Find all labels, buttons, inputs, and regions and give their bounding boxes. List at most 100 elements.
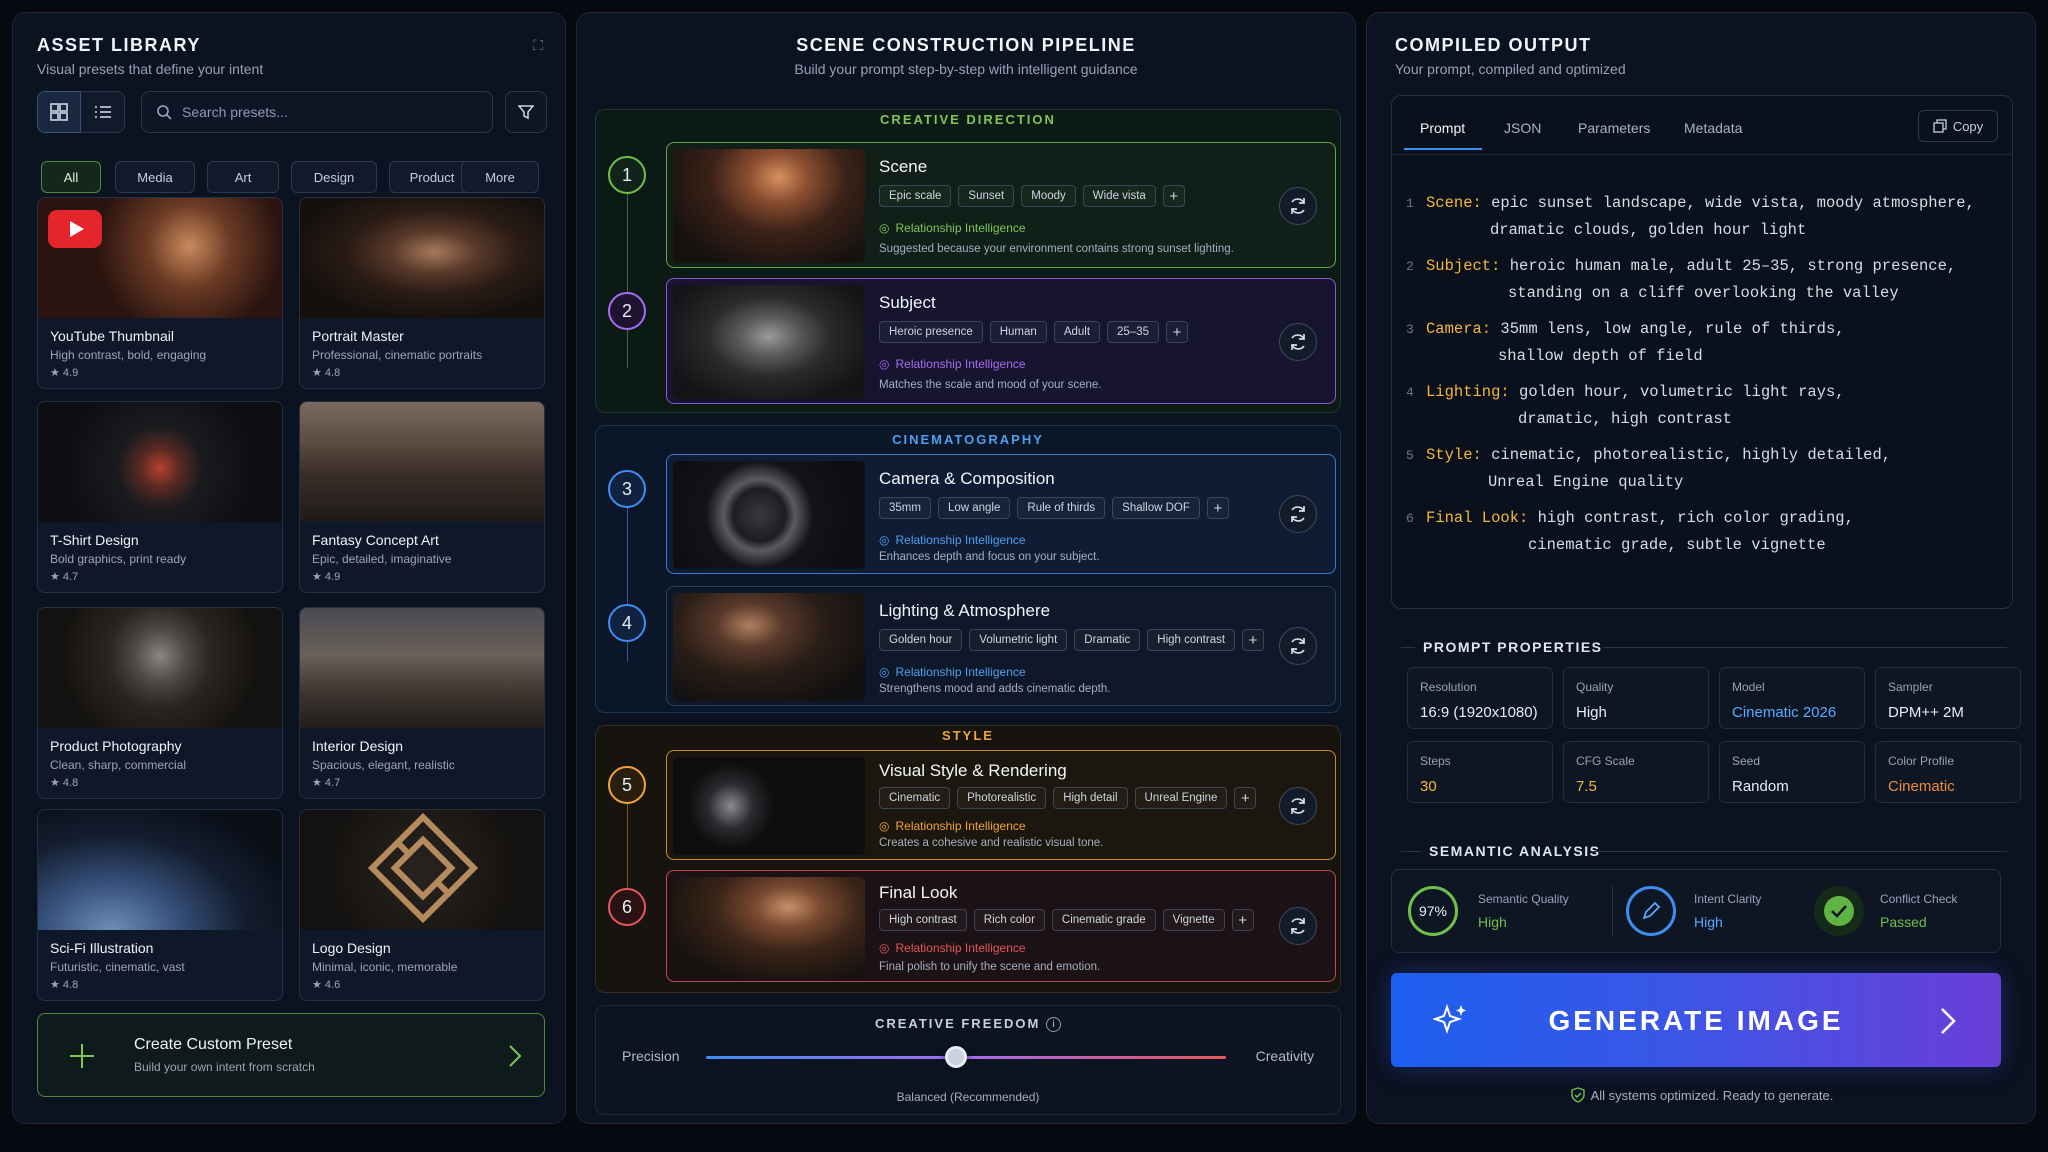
group-label: STYLE bbox=[942, 728, 994, 743]
creativity-label: Creativity bbox=[1255, 1048, 1314, 1064]
generate-image-button[interactable]: GENERATE IMAGE bbox=[1391, 973, 2001, 1067]
preset-card-youtube-thumbnail[interactable]: YouTube Thumbnail High contrast, bold, e… bbox=[37, 197, 283, 389]
tag[interactable]: Wide vista bbox=[1082, 185, 1156, 207]
group-style: STYLE 5 Visual Style & Rendering Cinemat… bbox=[595, 725, 1341, 993]
add-tag-button[interactable]: + bbox=[1242, 629, 1265, 651]
tag[interactable]: Shallow DOF bbox=[1112, 497, 1200, 519]
youtube-play-icon bbox=[48, 210, 102, 248]
preset-card-fantasy-concept-art[interactable]: Fantasy Concept Art Epic, detailed, imag… bbox=[299, 401, 545, 593]
chevron-right-icon bbox=[1941, 1008, 1956, 1034]
tag[interactable]: Golden hour bbox=[879, 629, 963, 651]
tag[interactable]: Dramatic bbox=[1074, 629, 1141, 651]
refresh-button[interactable] bbox=[1279, 627, 1317, 665]
grid-view-button[interactable] bbox=[37, 91, 81, 133]
pencil-icon bbox=[1626, 886, 1676, 936]
tag[interactable]: 25–35 bbox=[1107, 321, 1160, 343]
tag[interactable]: Volumetric light bbox=[969, 629, 1068, 651]
tag[interactable]: Adult bbox=[1053, 321, 1101, 343]
list-view-button[interactable] bbox=[81, 91, 125, 133]
tag[interactable]: Moody bbox=[1021, 185, 1076, 207]
asset-library-title: ASSET LIBRARY bbox=[37, 35, 201, 55]
refresh-button[interactable] bbox=[1279, 187, 1317, 225]
preset-image bbox=[300, 810, 544, 930]
preset-desc: Futuristic, cinematic, vast bbox=[50, 960, 185, 974]
preset-card-scifi-illustration[interactable]: Sci-Fi Illustration Futuristic, cinemati… bbox=[37, 809, 283, 1001]
filter-chip-more[interactable]: More bbox=[461, 161, 539, 193]
refresh-button[interactable] bbox=[1279, 323, 1317, 361]
step-camera-composition[interactable]: Camera & Composition 35mm Low angle Rule… bbox=[666, 454, 1336, 574]
search-box[interactable] bbox=[141, 91, 493, 133]
tag[interactable]: Epic scale bbox=[879, 185, 952, 207]
add-tag-button[interactable]: + bbox=[1166, 321, 1189, 343]
step-desc: Suggested because your environment conta… bbox=[879, 243, 1234, 255]
tag[interactable]: Photorealistic bbox=[957, 787, 1047, 809]
preset-card-tshirt-design[interactable]: T-Shirt Design Bold graphics, print read… bbox=[37, 401, 283, 593]
filter-chip-media[interactable]: Media bbox=[115, 161, 195, 193]
relationship-intelligence: ◎ Relationship Intelligence bbox=[879, 221, 1026, 235]
preset-card-logo-design[interactable]: Logo Design Minimal, iconic, memorable ★… bbox=[299, 809, 545, 1001]
prompt-line: 1 Scene: epic sunset landscape, wide vist… bbox=[1406, 194, 1975, 239]
preset-card-portrait-master[interactable]: Portrait Master Professional, cinematic … bbox=[299, 197, 545, 389]
preset-image bbox=[300, 198, 544, 318]
refresh-button[interactable] bbox=[1279, 787, 1317, 825]
semantic-analysis-box: 97% Semantic Quality High Intent Clarity… bbox=[1391, 869, 2001, 953]
ri-label: Relationship Intelligence bbox=[895, 941, 1026, 955]
step-name: Visual Style & Rendering bbox=[879, 761, 1067, 780]
slider-handle[interactable] bbox=[944, 1046, 967, 1068]
expand-icon[interactable]: ⛶ bbox=[533, 37, 543, 54]
tag[interactable]: Sunset bbox=[958, 185, 1015, 207]
target-icon: ◎ bbox=[879, 221, 890, 235]
tag[interactable]: Low angle bbox=[937, 497, 1011, 519]
custom-preset-desc: Build your own intent from scratch bbox=[134, 1060, 315, 1074]
preset-card-product-photography[interactable]: Product Photography Clean, sharp, commer… bbox=[37, 607, 283, 799]
filter-chip-design[interactable]: Design bbox=[291, 161, 377, 193]
info-icon[interactable]: i bbox=[1046, 1017, 1061, 1033]
tag[interactable]: Vignette bbox=[1162, 909, 1225, 931]
tag[interactable]: High detail bbox=[1053, 787, 1128, 809]
prop-quality: Quality High bbox=[1563, 667, 1709, 729]
tag[interactable]: Human bbox=[989, 321, 1047, 343]
filter-chip-all[interactable]: All bbox=[41, 161, 101, 193]
preset-title: Logo Design bbox=[312, 940, 391, 956]
tag[interactable]: 35mm bbox=[879, 497, 931, 519]
step-name: Lighting & Atmosphere bbox=[879, 601, 1051, 620]
copy-button[interactable]: Copy bbox=[1918, 110, 1998, 142]
copy-icon bbox=[1933, 119, 1947, 133]
filter-chip-art[interactable]: Art bbox=[207, 161, 279, 193]
add-tag-button[interactable]: + bbox=[1162, 185, 1185, 207]
step-subject[interactable]: Subject Heroic presence Human Adult 25–3… bbox=[666, 278, 1336, 404]
tag[interactable]: High contrast bbox=[879, 909, 967, 931]
add-tag-button[interactable]: + bbox=[1206, 497, 1229, 519]
tab-json[interactable]: JSON bbox=[1504, 120, 1541, 136]
refresh-button[interactable] bbox=[1279, 907, 1317, 945]
tab-prompt[interactable]: Prompt bbox=[1420, 120, 1465, 136]
preset-card-interior-design[interactable]: Interior Design Spacious, elegant, reali… bbox=[299, 607, 545, 799]
step-scene[interactable]: Scene Epic scale Sunset Moody Wide vista… bbox=[666, 142, 1336, 268]
add-tag-button[interactable]: + bbox=[1231, 909, 1254, 931]
tag[interactable]: Heroic presence bbox=[879, 321, 983, 343]
active-tab-indicator bbox=[1404, 148, 1482, 150]
preset-desc: Minimal, iconic, memorable bbox=[312, 960, 458, 974]
preset-image bbox=[38, 810, 282, 930]
ri-label: Relationship Intelligence bbox=[895, 357, 1026, 371]
tag[interactable]: High contrast bbox=[1147, 629, 1236, 651]
search-input[interactable] bbox=[182, 104, 482, 120]
tag[interactable]: Rule of thirds bbox=[1017, 497, 1106, 519]
creative-freedom-slider[interactable] bbox=[706, 1046, 1226, 1068]
tag[interactable]: Cinematic grade bbox=[1051, 909, 1156, 931]
refresh-button[interactable] bbox=[1279, 495, 1317, 533]
tab-parameters[interactable]: Parameters bbox=[1578, 120, 1650, 136]
copy-label: Copy bbox=[1952, 118, 1984, 134]
tab-metadata[interactable]: Metadata bbox=[1684, 120, 1742, 136]
step-visual-style[interactable]: Visual Style & Rendering Cinematic Photo… bbox=[666, 750, 1336, 860]
create-custom-preset-button[interactable]: Create Custom Preset Build your own inte… bbox=[37, 1013, 545, 1097]
prompt-line: 4 Lighting: golden hour, volumetric light… bbox=[1406, 383, 1845, 428]
add-tag-button[interactable]: + bbox=[1234, 787, 1257, 809]
tag[interactable]: Rich color bbox=[973, 909, 1045, 931]
step-final-look[interactable]: Final Look High contrast Rich color Cine… bbox=[666, 870, 1336, 982]
tag[interactable]: Unreal Engine bbox=[1134, 787, 1228, 809]
tag[interactable]: Cinematic bbox=[879, 787, 951, 809]
step-lighting-atmosphere[interactable]: Lighting & Atmosphere Golden hour Volume… bbox=[666, 586, 1336, 706]
prompt-line: 5 Style: cinematic, photorealistic, highl… bbox=[1406, 446, 1892, 491]
filter-button[interactable] bbox=[505, 91, 547, 133]
